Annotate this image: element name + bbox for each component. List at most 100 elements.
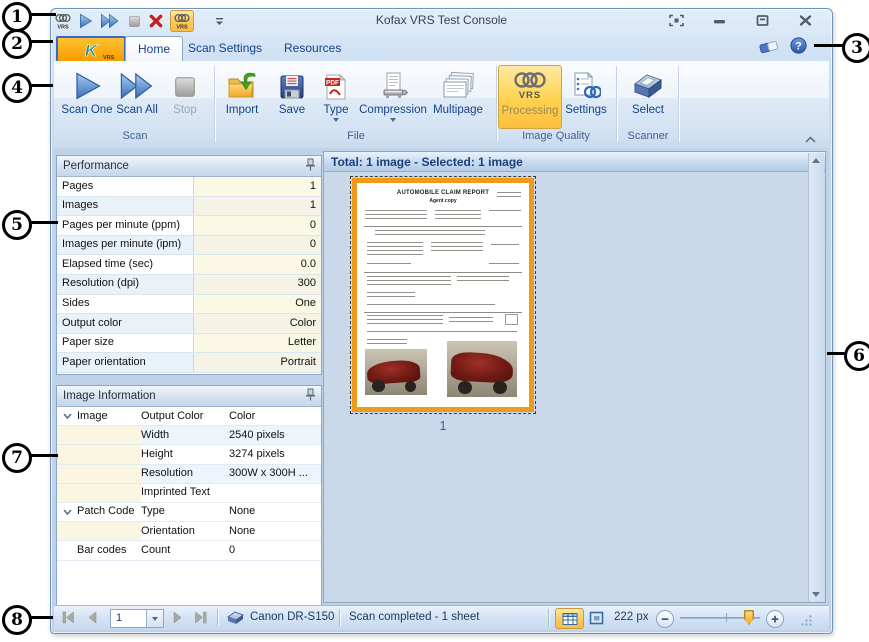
compression-button[interactable]: Compression <box>362 65 424 127</box>
callout-2: 2 <box>2 29 32 59</box>
thumbnail-page-number: 1 <box>352 419 534 433</box>
table-row: ImageOutput ColorColor <box>57 407 321 426</box>
viewer-scrollbar[interactable] <box>808 153 824 601</box>
tab-home[interactable]: Home <box>125 36 183 61</box>
previous-page-button[interactable] <box>85 610 100 625</box>
eraser-icon[interactable] <box>758 38 780 59</box>
ribbon-collapse-chevron-icon[interactable] <box>804 131 817 149</box>
tab-resources[interactable]: Resources <box>272 36 353 60</box>
scanner-name: Canon DR-S150 <box>250 611 334 623</box>
help-icon[interactable]: ? <box>790 37 807 59</box>
scroll-down-icon[interactable] <box>810 588 822 600</box>
image-information-panel-header: Image Information <box>57 386 321 407</box>
stop-button[interactable]: Stop <box>163 65 207 127</box>
scan-one-button[interactable]: Scan One <box>63 65 111 127</box>
callout-3: 3 <box>842 33 869 63</box>
page-number-value[interactable]: 1 <box>111 610 146 627</box>
callout-4: 4 <box>2 73 32 103</box>
performance-panel: Performance Pages1 Images1 Pages per min… <box>56 155 322 375</box>
import-button[interactable]: Import <box>218 65 266 127</box>
scanner-icon <box>631 65 665 101</box>
svg-text:PDF: PDF <box>326 80 339 87</box>
processing-toggle-button[interactable]: VRS Processing <box>498 65 562 129</box>
last-page-button[interactable] <box>193 610 208 625</box>
table-row: Width2540 pixels <box>57 426 321 445</box>
multipage-button[interactable]: Multipage <box>427 65 489 127</box>
table-row: Output colorColor <box>57 314 321 334</box>
group-label-scanner: Scanner <box>620 129 676 144</box>
pin-icon[interactable] <box>305 388 316 404</box>
scan-all-icon <box>119 65 155 101</box>
group-label-image-quality: Image Quality <box>498 129 614 144</box>
table-row: Patch CodeTypeNone <box>57 503 321 522</box>
title-bar: VRS VRS Kofax VRS Test Console <box>51 9 832 33</box>
scan-all-button[interactable]: Scan All <box>113 65 161 127</box>
page-number-input[interactable]: 1 <box>110 609 164 628</box>
grid-view-button[interactable] <box>555 608 584 629</box>
callout-3-line <box>814 44 843 47</box>
stop-icon <box>171 65 199 101</box>
image-information-rows: ImageOutput ColorColor Width2540 pixels … <box>57 407 321 561</box>
group-label-file: File <box>218 129 494 144</box>
vrs-rings-icon: VRS <box>512 66 548 102</box>
viewer-summary-text: Total: 1 image - Selected: 1 image <box>331 155 523 169</box>
status-bar: 1 Canon DR-S150 Scan completed - 1 sheet… <box>54 605 829 630</box>
close-button[interactable] <box>797 13 814 28</box>
pdf-file-type-icon: PDF <box>323 65 349 101</box>
callout-6: 6 <box>844 341 869 371</box>
type-button[interactable]: PDF Type <box>315 65 357 127</box>
performance-rows: Pages1 Images1 Pages per minute (ppm)0 I… <box>57 177 321 373</box>
minimize-button[interactable] <box>711 13 728 28</box>
table-row: Paper sizeLetter <box>57 334 321 354</box>
table-row: SidesOne <box>57 295 321 315</box>
table-row: OrientationNone <box>57 522 321 541</box>
callout-1: 1 <box>2 2 32 32</box>
table-row: Images per minute (ipm)0 <box>57 236 321 256</box>
ribbon: Scan One Scan All Stop Import <box>54 61 829 149</box>
window-controls <box>668 13 814 28</box>
compression-dropdown-arrow <box>390 118 396 122</box>
resize-grip[interactable] <box>800 614 813 627</box>
table-row: Elapsed time (sec)0.0 <box>57 255 321 275</box>
image-quality-settings-button[interactable]: Settings <box>563 65 609 127</box>
performance-panel-title: Performance <box>63 160 129 172</box>
thumbnail-container: AUTOMOBILE CLAIM REPORT Agent copy <box>352 178 534 433</box>
car-photo-left <box>365 349 427 395</box>
expander-chevron-icon[interactable] <box>57 503 77 521</box>
image-information-panel-title: Image Information <box>63 390 156 402</box>
performance-panel-header: Performance <box>57 156 321 177</box>
scroll-up-icon[interactable] <box>810 154 822 166</box>
group-label-scan: Scan <box>63 129 207 144</box>
fit-window-button[interactable] <box>668 13 685 28</box>
svg-text:VRS: VRS <box>519 90 542 101</box>
callout-7: 7 <box>2 443 32 473</box>
single-image-view-button[interactable] <box>585 608 608 627</box>
next-page-button[interactable] <box>170 610 185 625</box>
app-window: VRS VRS Kofax VRS Test Console <box>50 8 833 634</box>
expander-chevron-icon[interactable] <box>57 407 77 425</box>
tab-scan-settings[interactable]: Scan Settings <box>176 36 274 60</box>
scan-status-text: Scan completed - 1 sheet <box>349 611 479 623</box>
table-row: Pages1 <box>57 177 321 197</box>
application-button[interactable]: K VRS <box>56 36 126 63</box>
zoom-in-button[interactable] <box>766 610 784 628</box>
content-area: Performance Pages1 Images1 Pages per min… <box>54 148 829 606</box>
table-row: Height3274 pixels <box>57 445 321 464</box>
save-floppy-icon <box>278 65 306 101</box>
multipage-stack-icon <box>441 65 475 101</box>
zoom-out-button[interactable] <box>656 610 674 628</box>
restore-button[interactable] <box>754 13 771 28</box>
page-dropdown-button[interactable] <box>146 610 163 627</box>
zoom-slider-thumb[interactable] <box>744 610 754 625</box>
pin-icon[interactable] <box>305 158 316 174</box>
viewer-header: Total: 1 image - Selected: 1 image <box>324 152 825 172</box>
first-page-button[interactable] <box>61 610 76 625</box>
save-button[interactable]: Save <box>270 65 314 127</box>
scanner-status-icon <box>226 610 245 625</box>
table-row: Imprinted Text <box>57 484 321 503</box>
svg-text:VRS: VRS <box>103 55 115 60</box>
scanned-image-thumbnail[interactable]: AUTOMOBILE CLAIM REPORT Agent copy <box>352 178 534 412</box>
table-row: Images1 <box>57 197 321 217</box>
select-scanner-button[interactable]: Select <box>623 65 673 127</box>
callout-8: 8 <box>2 605 32 635</box>
